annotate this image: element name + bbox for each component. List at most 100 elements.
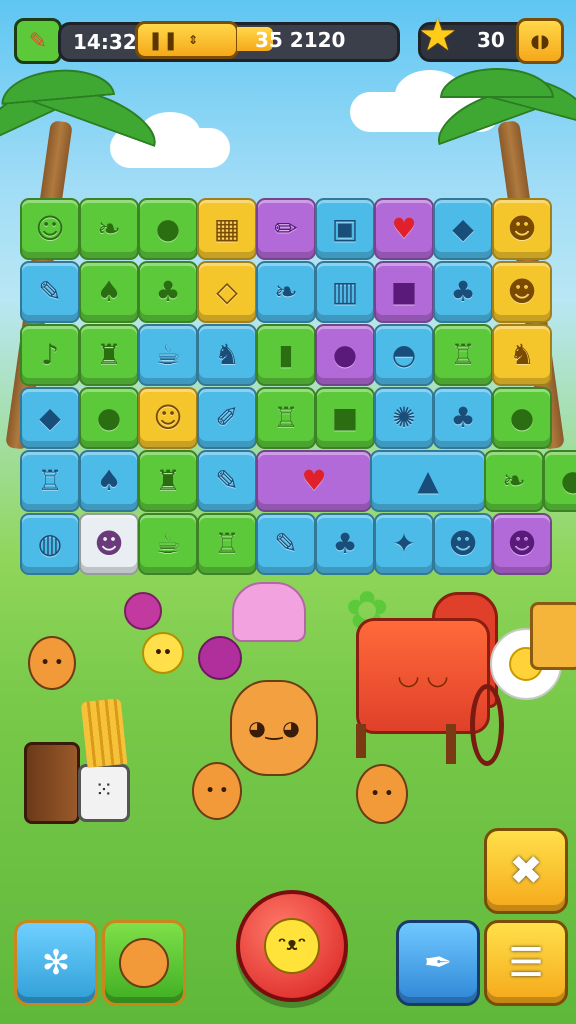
tile-dino[interactable]: ♞ (197, 324, 257, 386)
tile-bottle[interactable]: ♖ (20, 450, 80, 512)
tile-kettle[interactable]: ☕ (138, 324, 198, 386)
tile-pear[interactable]: ♣ (138, 261, 198, 323)
tile-shell[interactable]: ◓ (374, 324, 434, 386)
tile-balloon[interactable]: ♣ (433, 387, 493, 449)
score-value: 35 2120 (255, 28, 346, 52)
robot-pink-icon: ☻ (94, 527, 124, 560)
fox-icon: ☻ (507, 527, 537, 560)
tile-leaf[interactable]: ❧ (484, 450, 544, 512)
tile-bull[interactable]: ♞ (492, 324, 552, 386)
tile-peanut[interactable]: ● (315, 324, 375, 386)
hint-button[interactable]: ✒ (396, 920, 480, 1006)
pause-icon: ❚❚ (148, 29, 179, 51)
tile-bone[interactable]: ✦ (374, 513, 434, 575)
ruler-icon: ✐ (215, 401, 239, 434)
tile-ruler[interactable]: ✐ (197, 387, 257, 449)
tile-cone-big[interactable]: ▲ (370, 450, 486, 512)
kettle-icon: ☕ (155, 338, 181, 371)
girl-icon: ☺ (153, 401, 183, 434)
tile-calendar[interactable]: ▦ (197, 198, 257, 260)
tile-leaf[interactable]: ❧ (256, 261, 316, 323)
play-button[interactable]: ᵔᴥᵔ (236, 890, 348, 1002)
seed-icon: ◍ (37, 527, 63, 560)
tools-button[interactable]: ✖ (484, 828, 568, 914)
pet-button[interactable] (102, 920, 186, 1006)
tile-brush[interactable]: ✎ (256, 513, 316, 575)
tile-bottle[interactable]: ♖ (433, 324, 493, 386)
dino-icon: ♞ (214, 338, 240, 371)
book-icon: ▮ (278, 338, 294, 371)
pen-icon: ✎ (38, 275, 62, 308)
tile-vase[interactable]: ♜ (138, 450, 198, 512)
tile-fox[interactable]: ☻ (492, 513, 552, 575)
snowflake-icon: ✻ (41, 943, 71, 983)
tile-pepper[interactable]: ♣ (315, 513, 375, 575)
pig-icon: ☻ (507, 212, 537, 245)
tile-leaf[interactable]: ❧ (79, 198, 139, 260)
face-icon: ☺ (35, 212, 65, 245)
tile-book[interactable]: ▮ (256, 324, 316, 386)
bull-icon: ♞ (509, 338, 535, 371)
tile-seed[interactable]: ◍ (20, 513, 80, 575)
pause-button[interactable]: ❚❚ ⇕ (135, 21, 239, 59)
tile-cookie[interactable]: ✺ (374, 387, 434, 449)
heart-icon: ♥ (391, 212, 417, 245)
tile-lantern[interactable]: ♜ (79, 324, 139, 386)
stars-value: 30 (477, 28, 505, 52)
tile-basket[interactable]: ▥ (315, 261, 375, 323)
tile-bird[interactable]: ♠ (79, 450, 139, 512)
star-icon: ★ (418, 10, 458, 61)
tile-apple[interactable]: ● (543, 450, 576, 512)
tile-mug[interactable]: ☕ (138, 513, 198, 575)
chair-leg (356, 724, 366, 758)
cone-big-icon: ▲ (417, 464, 439, 497)
tile-cheese[interactable]: ■ (315, 387, 375, 449)
basket-icon: ▥ (331, 275, 359, 308)
pepper-icon: ♣ (332, 527, 358, 560)
shuffle-button[interactable]: ✻ (14, 920, 98, 1006)
tile-frog[interactable]: ♣ (433, 261, 493, 323)
chick: •• (142, 632, 184, 674)
skip-button[interactable]: ◖◗ (516, 18, 564, 64)
tile-robot[interactable]: ☻ (492, 261, 552, 323)
candy-icon: ◆ (452, 212, 474, 245)
tile-pencil[interactable]: ✏ (256, 198, 316, 260)
timer-bar: 14:32 ❚❚ ⇕ 35 2120 (58, 21, 400, 62)
bird-icon: ♠ (96, 464, 122, 497)
tile-window[interactable]: ▣ (315, 198, 375, 260)
tile-candy[interactable]: ◆ (433, 198, 493, 260)
cross-tools-icon: ✖ (509, 848, 543, 894)
tile-box[interactable]: ■ (374, 261, 434, 323)
tile-pin[interactable]: ♪ (20, 324, 80, 386)
tile-eggplant[interactable]: ● (79, 387, 139, 449)
cheese-icon: ■ (331, 401, 359, 434)
leaf-icon: ❧ (97, 212, 121, 245)
tile-bird[interactable]: ♠ (79, 261, 139, 323)
window-icon: ▣ (331, 212, 359, 245)
tile-face[interactable]: ☺ (20, 198, 80, 260)
tile-pen[interactable]: ✎ (20, 261, 80, 323)
fox-icon (119, 938, 169, 988)
tile-cat[interactable]: ☻ (433, 513, 493, 575)
tile-gem[interactable]: ◆ (20, 387, 80, 449)
tile-carrot[interactable]: ✎ (197, 450, 257, 512)
tile-plum[interactable]: ● (492, 387, 552, 449)
tile-girl[interactable]: ☺ (138, 387, 198, 449)
tile-diamond[interactable]: ◇ (197, 261, 257, 323)
berry (198, 636, 242, 680)
broom-button[interactable]: ✎ (14, 18, 62, 64)
apple-icon: ● (560, 464, 576, 497)
tile-pig[interactable]: ☻ (492, 198, 552, 260)
timer-value: 14:32 (73, 30, 137, 54)
leaf-icon: ❧ (274, 275, 298, 308)
smiley-icon: ᵔᴥᵔ (264, 918, 320, 974)
tile-jar[interactable]: ♖ (256, 387, 316, 449)
tile-apple[interactable]: ● (138, 198, 198, 260)
bottle-icon: ♖ (450, 338, 476, 371)
frog-icon: ♣ (450, 275, 476, 308)
tile-robot-pink[interactable]: ☻ (79, 513, 139, 575)
tile-honey[interactable]: ♖ (197, 513, 257, 575)
tile-heart[interactable]: ♥ (374, 198, 434, 260)
tile-heart-big[interactable]: ♥ (256, 450, 372, 512)
menu-button[interactable]: ☰ (484, 920, 568, 1006)
